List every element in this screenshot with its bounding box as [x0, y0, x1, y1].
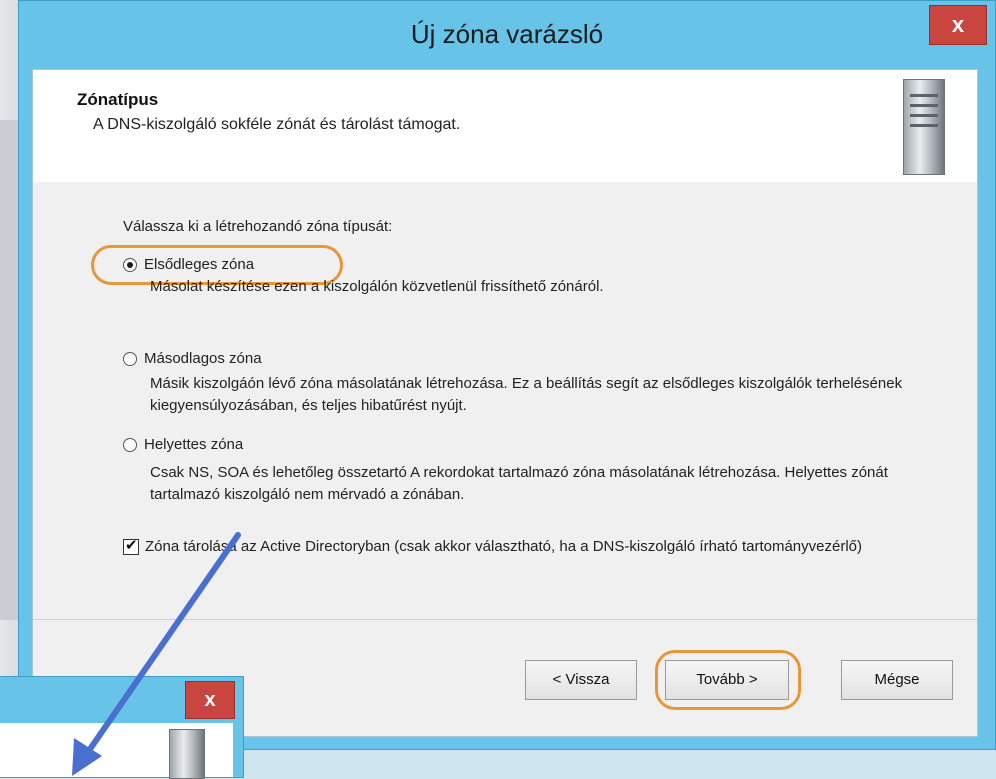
annotation-highlight-next — [655, 650, 801, 710]
secondary-zone-label: Másodlagos zóna — [144, 350, 262, 367]
store-in-ad-label: Zóna tárolása az Active Directoryban (cs… — [145, 538, 862, 555]
wizard-header: Zónatípus A DNS-kiszolgáló sokféle zónát… — [33, 70, 977, 183]
zone-type-prompt: Válassza ki a létrehozandó zóna típusát: — [123, 218, 393, 235]
title-bar[interactable]: Új zóna varázsló x — [19, 1, 995, 69]
cancel-button[interactable]: Mégse — [841, 660, 953, 700]
window-title: Új zóna varázsló — [410, 19, 604, 49]
wizard-client-area: Zónatípus A DNS-kiszolgáló sokféle zónát… — [32, 69, 978, 737]
server-icon — [169, 729, 205, 779]
close-button[interactable]: x — [185, 681, 235, 719]
stub-zone-radio[interactable]: Helyettes zóna — [123, 436, 243, 453]
server-icon — [903, 79, 945, 175]
radio-unselected-icon[interactable] — [123, 437, 137, 452]
primary-zone-label: Elsődleges zóna — [144, 256, 255, 273]
radio-unselected-icon[interactable] — [123, 351, 137, 366]
page-title: Zónatípus — [77, 90, 159, 109]
close-button[interactable]: x — [929, 5, 987, 45]
new-zone-wizard-dialog: Új zóna varázsló x Zónatípus A DNS-kiszo… — [18, 0, 996, 750]
secondary-zone-description: Másik kiszolgáón lévő zóna másolatának l… — [150, 375, 903, 414]
primary-zone-description: Másolat készítése ezen a kiszolgálón köz… — [150, 278, 604, 295]
primary-zone-radio[interactable]: Elsődleges zóna — [123, 256, 254, 273]
secondary-zone-radio[interactable]: Másodlagos zóna — [123, 350, 262, 367]
next-wizard-page-preview: x — [0, 676, 244, 779]
checkbox-checked-icon[interactable] — [123, 536, 139, 555]
page-subtitle: A DNS-kiszolgáló sokféle zónát és tárolá… — [93, 116, 461, 133]
stub-zone-label: Helyettes zóna — [144, 436, 244, 453]
stub-zone-description: Csak NS, SOA és lehetőleg összetartó A r… — [150, 464, 888, 503]
back-button[interactable]: < Vissza — [525, 660, 637, 700]
radio-selected-icon[interactable] — [123, 257, 137, 272]
store-in-ad-checkbox[interactable]: Zóna tárolása az Active Directoryban (cs… — [123, 536, 923, 558]
wizard-body: Válassza ki a létrehozandó zóna típusát:… — [33, 182, 977, 622]
